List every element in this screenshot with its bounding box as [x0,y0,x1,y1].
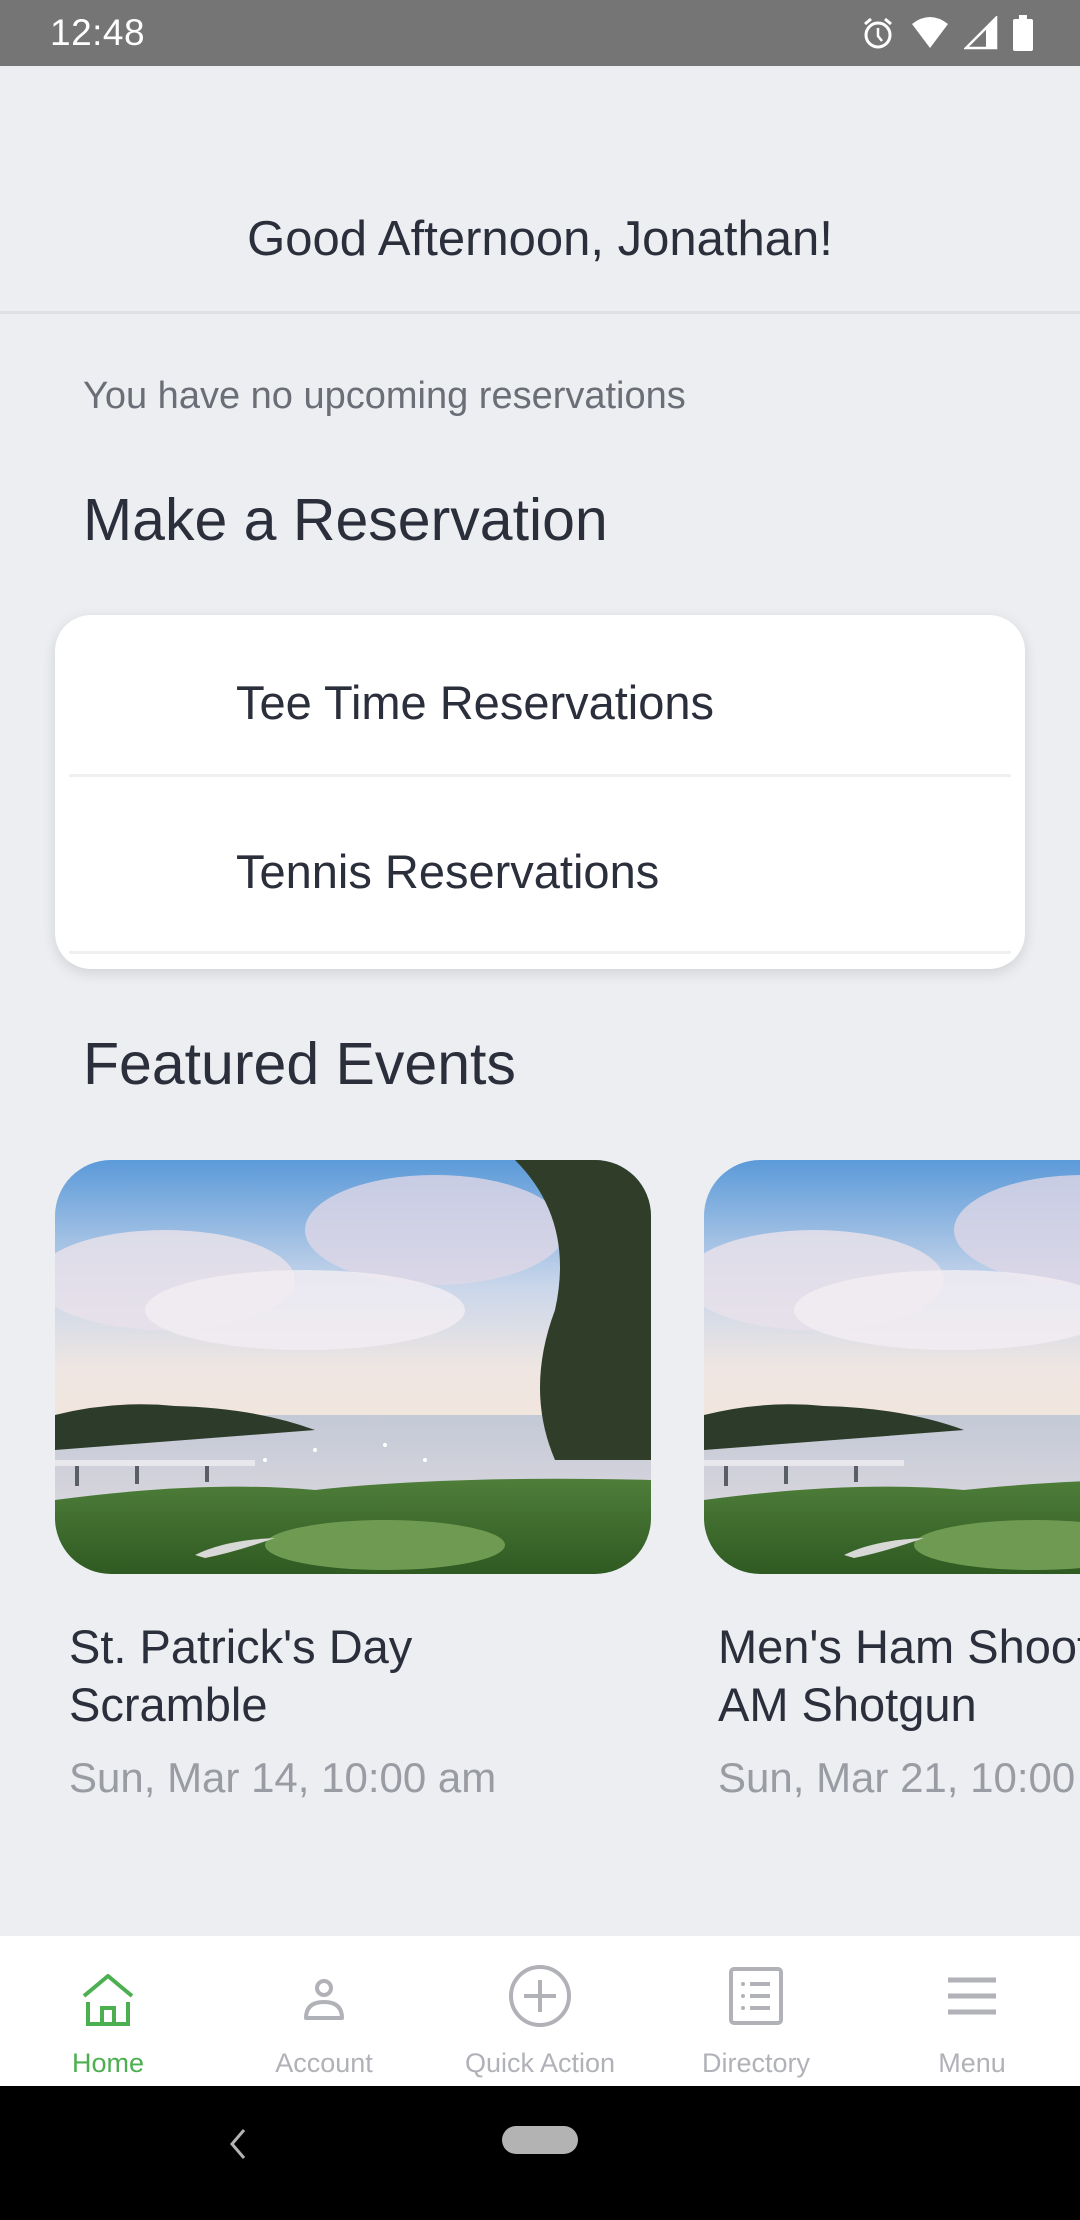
event-card[interactable]: St. Patrick's Day Scramble Sun, Mar 14, … [55,1160,651,1802]
event-title: St. Patrick's Day Scramble [69,1620,413,1731]
event-card[interactable]: Men's Ham Shoot AM Shotgun Sun, Mar 21, … [704,1160,1080,1802]
nav-label: Account [275,2048,373,2078]
wifi-icon [910,16,950,50]
bottom-nav: Home Account Quick Action Directory Menu [0,1936,1080,2086]
battery-icon [1012,15,1034,51]
featured-events-title: Featured Events [83,1031,516,1097]
event-date: Sun, Mar 14, 10:00 am [69,1754,497,1801]
featured-events-carousel[interactable]: St. Patrick's Day Scramble Sun, Mar 14, … [0,1160,1080,1840]
greeting: Good Afternoon, Jonathan! [247,212,833,266]
tennis-reservations-item[interactable]: Tennis Reservations [69,777,1011,954]
header: Good Afternoon, Jonathan! [0,66,1080,314]
nav-home[interactable]: Home [0,1936,216,2086]
nav-label: Quick Action [464,2048,616,2078]
status-time: 12:48 [50,12,146,53]
nav-quick-action[interactable]: Quick Action [432,1936,648,2086]
no-reservations-message: You have no upcoming reservations [83,375,686,417]
event-image[interactable] [704,1160,1080,1574]
nav-directory[interactable]: Directory [648,1936,864,2086]
reservation-card: Tee Time Reservations Tennis Reservation… [55,615,1025,969]
golf-course-harbor-photo [55,1160,651,1574]
status-icons [860,15,1034,51]
event-title: Men's Ham Shoot AM Shotgun [718,1620,1080,1731]
event-image[interactable] [55,1160,651,1574]
nav-label: Menu [938,2048,1006,2078]
nav-account[interactable]: Account [216,1936,432,2086]
hamburger-menu-icon [948,1976,996,2021]
event-date: Sun, Mar 21, 10:00 am [718,1754,1080,1801]
system-nav-bar [0,2086,1080,2220]
back-icon[interactable] [228,2128,248,2165]
nav-label: Directory [701,2048,810,2078]
alarm-icon [860,15,896,51]
list-document-icon [728,1966,784,2031]
reservation-item-label: Tee Time Reservations [236,675,715,729]
home-pill-icon[interactable] [502,2126,578,2154]
status-bar: 12:48 [0,0,1080,66]
home-icon [80,1972,136,2033]
plus-circle-icon [508,1964,572,2033]
nav-menu[interactable]: Menu [864,1936,1080,2086]
cell-signal-icon [964,16,998,50]
reservation-item-label: Tennis Reservations [236,845,660,898]
golf-course-harbor-photo [704,1160,1080,1574]
tee-time-reservations-item[interactable]: Tee Time Reservations [69,615,1011,777]
make-reservation-title: Make a Reservation [83,487,608,553]
person-icon [296,1972,352,2033]
nav-label: Home [71,2048,145,2078]
